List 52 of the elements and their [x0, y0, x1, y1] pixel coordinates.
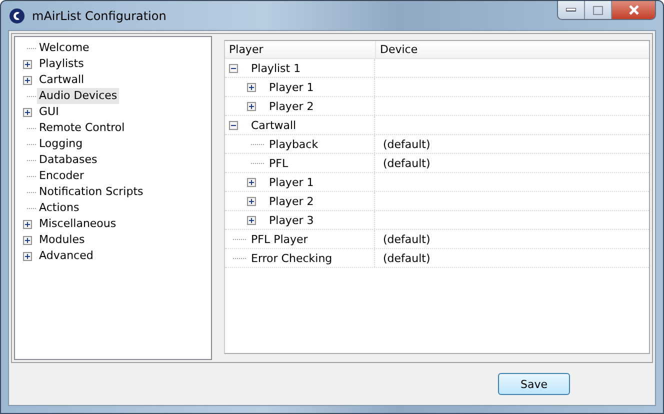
tree-item[interactable]: Player 1 [269, 176, 314, 188]
tree-item[interactable]: Player 3 [269, 214, 314, 226]
expand-icon[interactable] [247, 82, 256, 92]
expand-icon[interactable] [23, 236, 32, 244]
expand-icon[interactable] [23, 220, 32, 228]
close-icon [628, 5, 640, 15]
nav-item[interactable]: Remote Control [37, 120, 127, 136]
expand-icon[interactable] [23, 76, 32, 84]
tree-item[interactable]: Error Checking [251, 252, 332, 264]
column-header[interactable]: Device [376, 41, 418, 58]
nav-item[interactable]: GUI [37, 104, 61, 120]
expand-icon[interactable] [23, 252, 32, 260]
expand-icon[interactable] [23, 108, 32, 116]
expand-icon[interactable] [247, 178, 256, 186]
device-cell[interactable]: (default) [383, 138, 430, 150]
nav-item[interactable]: Cartwall [37, 72, 86, 88]
maximize-icon [593, 6, 603, 14]
save-button[interactable]: Save [498, 373, 570, 395]
nav-item[interactable]: Notification Scripts [37, 184, 146, 200]
tree-item[interactable]: Player 2 [269, 194, 314, 208]
nav-item[interactable]: Playlists [37, 56, 86, 72]
column-header[interactable]: Player [225, 41, 376, 58]
nav-item[interactable]: Advanced [37, 248, 96, 264]
tree-item[interactable]: Cartwall [251, 118, 296, 132]
expand-icon[interactable] [247, 216, 256, 224]
tree-item[interactable]: Playlist 1 [251, 62, 301, 74]
app-icon [9, 8, 25, 24]
tree-item[interactable]: Player 2 [269, 100, 314, 112]
tree-item[interactable]: PFL [269, 156, 288, 170]
tree-item[interactable]: Player 1 [269, 80, 314, 94]
expand-icon[interactable] [247, 102, 256, 110]
nav-item[interactable]: Databases [37, 152, 100, 168]
expand-icon[interactable] [23, 60, 32, 68]
window-title: mAirList Configuration [32, 8, 166, 22]
expand-icon[interactable] [247, 196, 256, 206]
nav-item[interactable]: Miscellaneous [37, 216, 118, 232]
device-cell[interactable]: (default) [383, 232, 430, 246]
nav-item[interactable]: Welcome [37, 40, 92, 56]
tree-item[interactable]: PFL Player [251, 232, 308, 246]
nav-item[interactable]: Actions [37, 200, 82, 216]
minimize-icon [566, 8, 576, 12]
device-cell[interactable]: (default) [383, 252, 430, 264]
close-button[interactable] [612, 1, 655, 19]
nav-item[interactable]: Audio Devices [37, 88, 120, 104]
minimize-button[interactable] [558, 1, 585, 19]
nav-item[interactable]: Encoder [37, 168, 86, 184]
nav-item[interactable]: Modules [37, 232, 87, 248]
tree-item[interactable]: Playback [269, 138, 318, 150]
collapse-icon[interactable] [229, 120, 238, 130]
collapse-icon[interactable] [229, 64, 238, 72]
device-cell[interactable]: (default) [383, 156, 430, 170]
nav-item[interactable]: Logging [37, 136, 85, 152]
